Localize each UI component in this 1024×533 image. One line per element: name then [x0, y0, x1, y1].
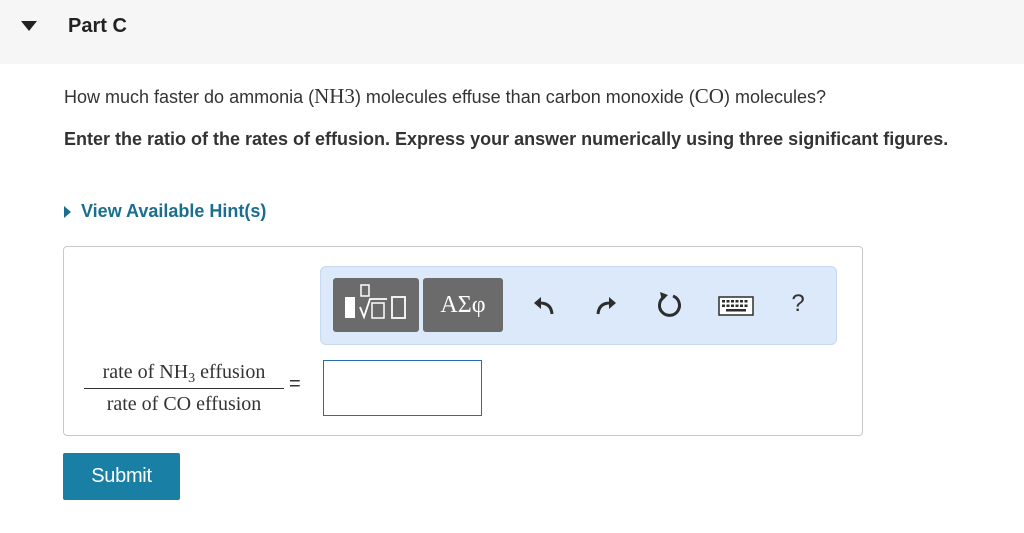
- hint-arrow-icon: [64, 205, 71, 218]
- redo-icon: [596, 297, 616, 315]
- formula-nh3: NH3: [314, 84, 355, 108]
- numerator-suffix: effusion: [195, 361, 266, 383]
- numerator-text: rate of NH: [102, 361, 189, 383]
- templates-button[interactable]: [333, 278, 419, 332]
- fraction-denominator: rate of CO effusion: [106, 393, 262, 415]
- undo-button[interactable]: [531, 291, 559, 319]
- templates-icon: [345, 284, 406, 320]
- help-button[interactable]: ?: [786, 287, 810, 321]
- collapse-triangle-icon[interactable]: [21, 21, 37, 31]
- reset-button[interactable]: [654, 289, 686, 321]
- ratio-fraction: rate of NH3 effusion rate of CO effusion: [84, 358, 284, 418]
- question-text: How much faster do ammonia (NH3) molecul…: [64, 84, 826, 109]
- undo-icon: [534, 297, 554, 315]
- formula-co: CO: [694, 84, 724, 108]
- greek-symbols-button[interactable]: ΑΣφ: [423, 278, 503, 332]
- question-prefix: How much faster do ammonia (: [64, 87, 315, 107]
- question-middle: ) molecules effuse than carbon monoxide …: [354, 87, 695, 107]
- instructions: Enter the ratio of the rates of effusion…: [64, 129, 949, 149]
- equals-sign: =: [289, 373, 301, 395]
- answer-input[interactable]: [323, 360, 482, 416]
- keyboard-button[interactable]: [716, 295, 756, 317]
- keyboard-icon: [718, 296, 754, 316]
- math-toolbar: ΑΣφ ?: [320, 266, 837, 345]
- redo-button[interactable]: [591, 291, 619, 319]
- question-suffix: ) molecules?: [723, 87, 827, 107]
- view-hints-link[interactable]: View Available Hint(s): [64, 201, 266, 222]
- fraction-numerator: rate of NH3 effusion: [84, 358, 284, 386]
- fraction-bar: [84, 388, 284, 389]
- reset-icon: [657, 292, 681, 317]
- hint-label: View Available Hint(s): [81, 201, 267, 221]
- submit-button[interactable]: Submit: [63, 453, 180, 500]
- part-title: Part C: [68, 15, 127, 37]
- part-header[interactable]: Part C: [0, 0, 1024, 64]
